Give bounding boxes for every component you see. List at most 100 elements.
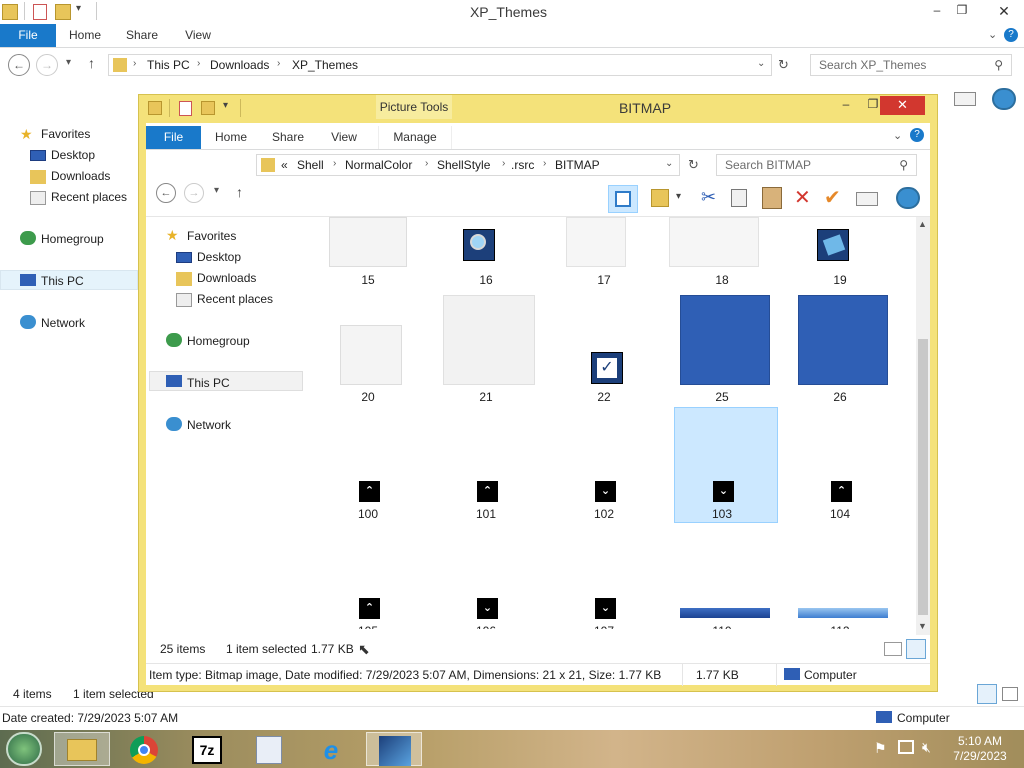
film-strip-thumbnail[interactable] (443, 295, 535, 385)
search-icon[interactable]: ⚲ (899, 158, 908, 172)
taskbar-file-explorer[interactable] (54, 732, 110, 766)
blue-tile-thumbnail[interactable] (798, 295, 888, 385)
large-icons-view-icon[interactable] (1002, 687, 1018, 701)
file-label[interactable]: 102 (556, 507, 652, 521)
file-label[interactable]: 105 (320, 624, 416, 629)
cut-icon[interactable]: ✂ (701, 187, 716, 208)
nav-favorites[interactable]: Favorites (187, 229, 236, 243)
taskbar-image-viewer[interactable] (242, 732, 298, 766)
file-label[interactable]: 17 (556, 273, 652, 287)
chevron-up-icon[interactable]: ⌃ (359, 481, 380, 502)
file-label[interactable]: 106 (438, 624, 534, 629)
taskbar-chrome[interactable] (118, 732, 174, 766)
taskbar-internet-explorer[interactable]: e (304, 732, 360, 766)
file-label[interactable]: 101 (438, 507, 534, 521)
bg-back-icon[interactable]: ← (8, 54, 30, 76)
bg-refresh-icon[interactable]: ↻ (778, 57, 789, 73)
minimize-button[interactable]: – (832, 97, 860, 111)
file-thumbnail[interactable] (669, 217, 759, 267)
scroll-down-icon[interactable]: ▼ (918, 621, 927, 631)
bg-tab-share[interactable]: Share (118, 24, 166, 47)
scroll-up-icon[interactable]: ▲ (918, 219, 927, 229)
system-clock[interactable]: 5:10 AM 7/29/2023 (944, 734, 1016, 764)
taskbar-7zip[interactable]: 7z (180, 732, 236, 766)
file-label[interactable]: 100 (320, 507, 416, 521)
breadcrumb-bitmap[interactable]: BITMAP (555, 158, 600, 172)
file-label[interactable]: 25 (674, 390, 770, 404)
bg-nav-this-pc[interactable]: This PC (41, 274, 84, 288)
selected-item-highlight[interactable] (674, 407, 778, 523)
copy-icon[interactable] (731, 189, 747, 207)
chevron-down-icon[interactable]: ⌄ (595, 481, 616, 502)
file-label[interactable]: 26 (792, 390, 888, 404)
blue-bar-thumbnail[interactable] (680, 608, 770, 618)
nav-homegroup[interactable]: Homegroup (187, 334, 250, 348)
chevron-down-icon[interactable]: ⌄ (477, 598, 498, 619)
rename-icon[interactable] (856, 192, 878, 206)
breadcrumb-rsrc[interactable]: .rsrc (511, 158, 534, 172)
flag-icon[interactable]: ⚑ (874, 740, 887, 757)
folder-options-icon[interactable] (651, 189, 669, 207)
tab-view[interactable]: View (322, 126, 366, 149)
file-thumbnail[interactable] (566, 217, 626, 267)
file-label-selected[interactable]: 103 (674, 507, 770, 521)
file-label[interactable]: 22 (556, 390, 652, 404)
bg-maximize-button[interactable]: ❐ (948, 3, 976, 17)
file-thumbnail[interactable] (329, 217, 407, 267)
breadcrumb-shell[interactable]: Shell (297, 158, 324, 172)
network-tray-icon[interactable] (898, 740, 914, 754)
bg-ribbon-expand-icon[interactable]: ⌄ (988, 28, 997, 41)
bg-search-input[interactable]: Search XP_Themes ⚲ (810, 54, 1012, 76)
bg-address-bar[interactable]: › This PC › Downloads › XP_Themes ⌄ (108, 54, 772, 76)
bg-close-button[interactable]: ✕ (990, 3, 1018, 20)
bg-tab-home[interactable]: Home (62, 24, 108, 47)
checkmark-icon[interactable]: ✔ (824, 185, 841, 210)
refresh-icon[interactable]: ↻ (688, 157, 699, 173)
bg-recent-dropdown-icon[interactable]: ▾ (66, 57, 71, 68)
bg-tab-file[interactable]: File (0, 24, 56, 47)
details-view-icon[interactable] (884, 642, 902, 656)
bg-help-icon[interactable]: ? (1004, 28, 1018, 42)
nav-desktop[interactable]: Desktop (197, 250, 241, 264)
breadcrumb-normalcolor[interactable]: NormalColor (345, 158, 412, 172)
shell-icon[interactable] (896, 187, 920, 209)
file-label[interactable]: 21 (438, 390, 534, 404)
bg-tab-view[interactable]: View (176, 24, 220, 47)
nav-recent-places[interactable]: Recent places (197, 292, 273, 306)
tab-manage[interactable]: Manage (378, 126, 452, 149)
bg-nav-desktop[interactable]: Desktop (51, 148, 95, 162)
chevron-down-icon[interactable]: ⌄ (665, 158, 673, 169)
scrollbar-thumb[interactable] (918, 339, 928, 615)
breadcrumb-overflow[interactable]: « (281, 158, 288, 172)
bg-up-icon[interactable]: ↑ (88, 55, 95, 71)
chevron-down-icon[interactable]: ⌄ (595, 598, 616, 619)
delete-icon[interactable]: ✕ (794, 185, 811, 210)
nav-this-pc[interactable]: This PC (187, 376, 230, 390)
tab-share[interactable]: Share (264, 126, 312, 149)
address-bar[interactable]: « Shell › NormalColor › ShellStyle › .rs… (256, 154, 680, 176)
nav-network[interactable]: Network (187, 418, 231, 432)
chevron-down-icon[interactable]: ⌄ (713, 481, 734, 502)
preview-pane-button[interactable] (608, 185, 638, 213)
ribbon-expand-icon[interactable]: ⌄ (893, 129, 902, 142)
file-label[interactable]: 15 (320, 273, 416, 287)
start-orb-icon[interactable] (6, 732, 42, 766)
vertical-scrollbar[interactable]: ▲ ▼ (916, 217, 930, 635)
bg-nav-network[interactable]: Network (41, 316, 85, 330)
file-label[interactable]: 107 (556, 624, 652, 629)
film-strip-thumbnail[interactable] (340, 325, 402, 385)
large-icons-view-icon[interactable] (906, 639, 926, 659)
bg-forward-icon[interactable]: → (36, 54, 58, 76)
file-label[interactable]: 104 (792, 507, 888, 521)
search-input[interactable]: Search BITMAP ⚲ (716, 154, 917, 176)
details-view-icon[interactable] (977, 684, 997, 704)
search-icon[interactable]: ⚲ (994, 58, 1003, 72)
breadcrumb-xp-themes[interactable]: XP_Themes (292, 58, 358, 72)
film-thumbnail[interactable] (817, 229, 849, 261)
taskbar-media-app[interactable] (366, 732, 422, 766)
breadcrumb-this-pc[interactable]: This PC (147, 58, 190, 72)
chevron-down-icon[interactable]: ▾ (676, 191, 681, 202)
light-blue-bar-thumbnail[interactable] (798, 608, 888, 618)
bg-nav-downloads[interactable]: Downloads (51, 169, 110, 183)
blue-tile-thumbnail[interactable] (680, 295, 770, 385)
